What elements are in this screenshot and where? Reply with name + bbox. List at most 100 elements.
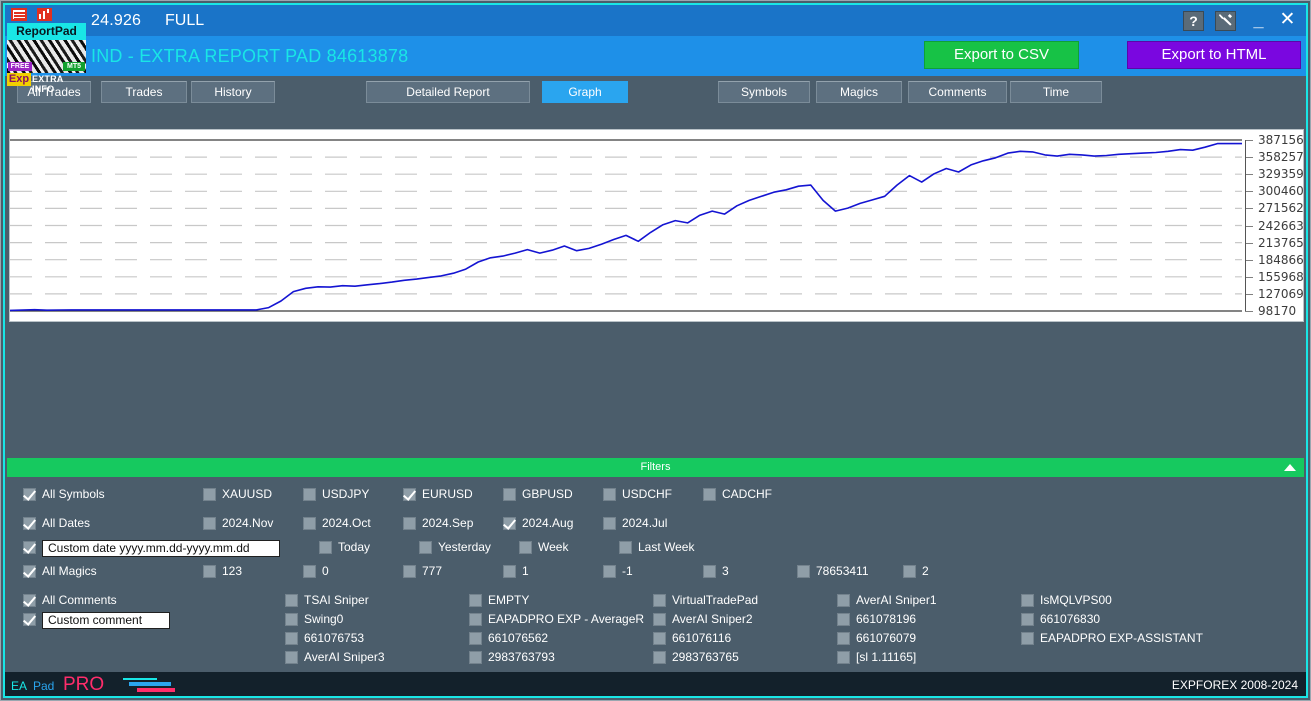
check-icon xyxy=(23,564,36,578)
checkbox-box[interactable] xyxy=(319,541,332,554)
checkbox-box[interactable] xyxy=(23,565,36,578)
checkbox-label: 2024.Aug xyxy=(522,516,573,531)
logo-icon-row xyxy=(11,7,59,23)
checkbox-box[interactable] xyxy=(285,632,298,645)
checkbox-box[interactable] xyxy=(519,541,532,554)
checkbox-box[interactable] xyxy=(503,565,516,578)
checkbox-box[interactable] xyxy=(603,565,616,578)
close-button[interactable]: ✕ xyxy=(1277,11,1298,31)
checkbox-label: 661076562 xyxy=(488,631,548,646)
checkbox-label: 2 xyxy=(922,564,929,579)
tab-history[interactable]: History xyxy=(191,81,275,103)
checkbox-box[interactable] xyxy=(703,565,716,578)
checkbox-label: -1 xyxy=(622,564,633,579)
checkbox-label: 2024.Nov xyxy=(222,516,273,531)
export-to-html-button[interactable]: Export to HTML xyxy=(1127,41,1301,69)
checkbox-box[interactable] xyxy=(23,517,36,530)
y-axis-tick xyxy=(1245,157,1253,158)
checkbox-box[interactable] xyxy=(903,565,916,578)
checkbox-box[interactable] xyxy=(503,517,516,530)
checkbox-label: 0 xyxy=(322,564,329,579)
checkbox-label: Last Week xyxy=(638,540,694,555)
y-axis-tick xyxy=(1245,277,1253,278)
checkbox-label: EURUSD xyxy=(422,487,473,502)
checkbox-box[interactable] xyxy=(403,488,416,501)
checkbox-label: All Symbols xyxy=(42,487,105,502)
logo-mt5-badge: MT5 xyxy=(63,62,85,71)
checkbox-box[interactable] xyxy=(653,651,666,664)
checkbox-label: GBPUSD xyxy=(522,487,573,502)
checkbox-box[interactable] xyxy=(1021,613,1034,626)
bar-chart-icon xyxy=(37,8,52,21)
checkbox-box[interactable] xyxy=(285,613,298,626)
checkbox-box[interactable] xyxy=(23,594,36,607)
checkbox-box[interactable] xyxy=(837,594,850,607)
custom-comment-input[interactable]: Custom comment xyxy=(42,612,170,629)
checkbox-box[interactable] xyxy=(303,517,316,530)
logo-product-name: ReportPad xyxy=(7,23,86,40)
help-button[interactable]: ? xyxy=(1183,11,1204,31)
checkbox-box[interactable] xyxy=(285,651,298,664)
reportpad-logo: ReportPad FREE MT5 Exp EXTRA INFO xyxy=(7,7,87,87)
checkbox-box[interactable] xyxy=(23,613,36,626)
report-pad-window: 24.926 FULL ? _ ✕ IND - EXTRA REPORT PAD… xyxy=(0,0,1311,701)
checkbox-box[interactable] xyxy=(203,488,216,501)
checkbox-box[interactable] xyxy=(469,594,482,607)
checkbox-box[interactable] xyxy=(1021,594,1034,607)
checkbox-box[interactable] xyxy=(469,613,482,626)
filters-header[interactable]: Filters xyxy=(7,458,1304,477)
checkbox-box[interactable] xyxy=(303,565,316,578)
checkbox-label: All Magics xyxy=(42,564,97,579)
checkbox-box[interactable] xyxy=(403,517,416,530)
checkbox-label: 2024.Jul xyxy=(622,516,667,531)
checkbox-box[interactable] xyxy=(1021,632,1034,645)
settings-gear-icon[interactable] xyxy=(1215,11,1236,31)
checkbox-box[interactable] xyxy=(469,632,482,645)
y-axis-label: 98170 xyxy=(1258,305,1296,317)
checkbox-box[interactable] xyxy=(837,632,850,645)
checkbox-label: Week xyxy=(538,540,568,555)
checkbox-box[interactable] xyxy=(303,488,316,501)
checkbox-box[interactable] xyxy=(653,632,666,645)
tab-detailed-report[interactable]: Detailed Report xyxy=(366,81,530,103)
chevron-up-icon[interactable] xyxy=(1284,464,1296,471)
checkbox-label: AverAI Sniper1 xyxy=(856,593,937,608)
checkbox-label: VirtualTradePad xyxy=(672,593,758,608)
checkbox-box[interactable] xyxy=(203,565,216,578)
checkbox-label: AverAI Sniper2 xyxy=(672,612,753,627)
tab-trades[interactable]: Trades xyxy=(101,81,187,103)
checkbox-box[interactable] xyxy=(403,565,416,578)
tab-comments[interactable]: Comments xyxy=(908,81,1007,103)
checkbox-box[interactable] xyxy=(203,517,216,530)
check-icon xyxy=(403,487,416,501)
checkbox-box[interactable] xyxy=(23,541,36,554)
minimize-button[interactable]: _ xyxy=(1248,11,1269,31)
checkbox-box[interactable] xyxy=(703,488,716,501)
export-to-csv-button[interactable]: Export to CSV xyxy=(924,41,1079,69)
y-axis-label: 300460 xyxy=(1258,185,1304,197)
tab-time[interactable]: Time xyxy=(1010,81,1102,103)
checkbox-label: 661078196 xyxy=(856,612,916,627)
checkbox-box[interactable] xyxy=(469,651,482,664)
equity-curve-svg xyxy=(10,130,1242,321)
checkbox-box[interactable] xyxy=(419,541,432,554)
checkbox-label: EAPADPRO EXP-ASSISTANT xyxy=(1040,631,1203,646)
checkbox-box[interactable] xyxy=(619,541,632,554)
checkbox-box[interactable] xyxy=(285,594,298,607)
tab-symbols[interactable]: Symbols xyxy=(718,81,810,103)
y-axis-label: 242663 xyxy=(1258,220,1304,232)
checkbox-box[interactable] xyxy=(23,488,36,501)
checkbox-box[interactable] xyxy=(837,613,850,626)
checkbox-box[interactable] xyxy=(653,613,666,626)
checkbox-box[interactable] xyxy=(503,488,516,501)
tab-magics[interactable]: Magics xyxy=(816,81,902,103)
custom-date-input[interactable]: Custom date yyyy.mm.dd-yyyy.mm.dd xyxy=(42,540,280,557)
check-icon xyxy=(23,593,36,607)
checkbox-box[interactable] xyxy=(837,651,850,664)
checkbox-box[interactable] xyxy=(797,565,810,578)
checkbox-box[interactable] xyxy=(653,594,666,607)
tab-graph[interactable]: Graph xyxy=(542,81,628,103)
checkbox-box[interactable] xyxy=(603,488,616,501)
checkbox-box[interactable] xyxy=(603,517,616,530)
logo-exp-badge: Exp xyxy=(7,73,31,86)
